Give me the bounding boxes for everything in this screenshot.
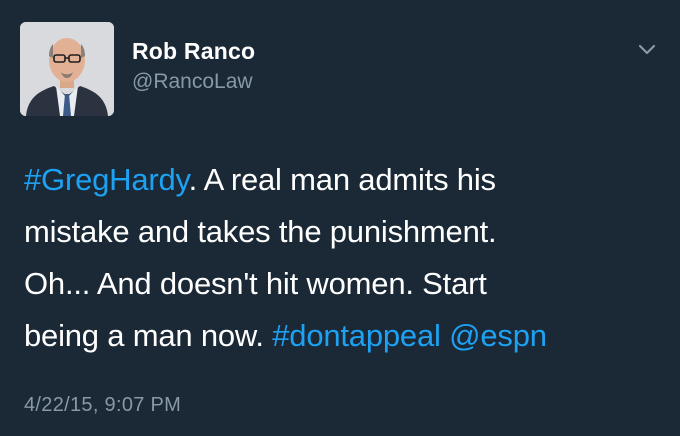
tweet-text: #GregHardy. A real man admits his mistak… [24,154,664,362]
tweet-timestamp[interactable]: 4/22/15, 9:07 PM [24,394,181,417]
tweet-line: mistake and takes the punishment. [24,214,497,249]
tweet-line: #GregHardy. A real man admits his [24,154,664,206]
avatar[interactable] [20,22,114,116]
hashtag-dontappeal[interactable]: #dontappeal [272,318,441,353]
tweet-text-segment: being a man now. [24,318,264,353]
profile-photo [20,22,114,116]
chevron-down-icon[interactable] [634,40,660,60]
hashtag-greghardy[interactable]: #GregHardy [24,162,189,197]
user-handle[interactable]: @RancoLaw [132,70,253,94]
mention-espn[interactable]: @espn [449,318,547,353]
display-name[interactable]: Rob Ranco [132,38,255,65]
tweet-line: Oh... And doesn't hit women. Start [24,266,487,301]
tweet-line: being a man now. #dontappeal @espn [24,310,664,362]
tweet-text-segment: . A real man admits his [188,162,496,197]
